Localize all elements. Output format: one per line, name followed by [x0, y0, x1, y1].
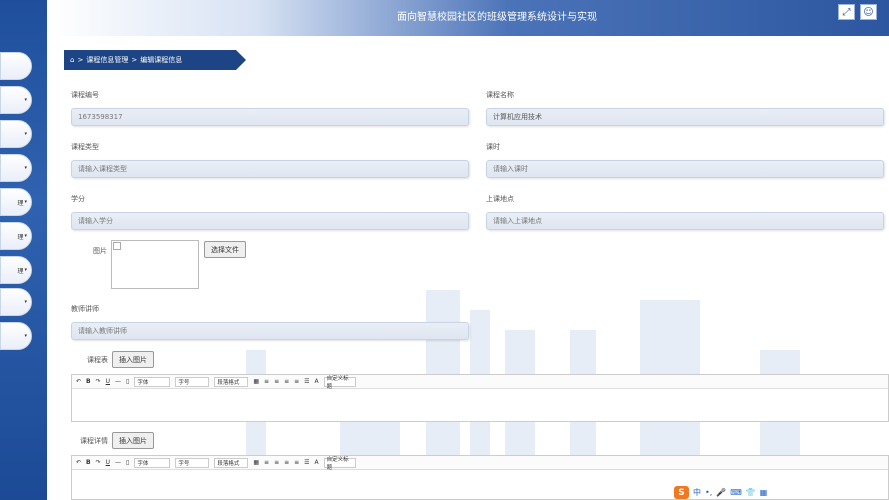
editor-toolbar: ↶ B ↷ U — ▯ 字体 字号 段落格式 ▦ ≡ ≡ ≡ ≡ ☰ A 自定义…: [72, 456, 888, 471]
align-left-icon[interactable]: ≡: [264, 459, 269, 466]
nav-item-1[interactable]: [0, 52, 32, 80]
bold-icon[interactable]: B: [86, 378, 91, 385]
size-select[interactable]: 字号: [175, 457, 210, 468]
teacher-input[interactable]: 请输入教师讲师: [71, 322, 469, 340]
course-type-label: 课程类型: [71, 143, 99, 151]
font-color-icon[interactable]: A: [315, 378, 319, 385]
align-right-icon[interactable]: ≡: [284, 459, 289, 466]
location-input[interactable]: 请输入上课地点: [486, 212, 884, 230]
skin-icon[interactable]: 👕: [746, 488, 756, 497]
home-icon[interactable]: ⌂: [70, 56, 74, 64]
custom-title-select[interactable]: 自定义标题: [323, 457, 356, 471]
ime-language[interactable]: 中: [693, 487, 701, 498]
credit-input[interactable]: 请输入学分: [71, 212, 469, 230]
schedule-editor[interactable]: ↶ B ↷ U — ▯ 字体 字号 段落格式 ▦ ≡ ≡ ≡ ≡ ☰ A 自定义…: [71, 374, 889, 422]
course-type-input[interactable]: 请输入课程类型: [71, 160, 469, 178]
underline-icon[interactable]: U: [106, 378, 110, 385]
list-icon[interactable]: ☰: [304, 459, 309, 466]
insert-image-button-2[interactable]: 插入图片: [112, 432, 154, 449]
font-select[interactable]: 字体: [134, 457, 171, 468]
list-icon[interactable]: ☰: [304, 378, 309, 385]
nav-item-2[interactable]: ▾: [0, 86, 32, 114]
ime-toolbar[interactable]: S 中 •, 🎤 ⌨ 👕 ▦: [674, 485, 767, 500]
font-color-icon[interactable]: A: [315, 459, 319, 466]
nav-item-9[interactable]: ▾: [0, 322, 32, 350]
hr-icon[interactable]: —: [115, 459, 121, 466]
editor-toolbar: ↶ B ↷ U — ▯ 字体 字号 段落格式 ▦ ≡ ≡ ≡ ≡ ☰ A 自定义…: [72, 375, 888, 390]
breadcrumb-course-management[interactable]: 课程信息管理: [86, 55, 128, 65]
paragraph-select[interactable]: 段落格式: [214, 376, 249, 387]
nav-item-3[interactable]: ▾: [0, 120, 32, 148]
hours-label: 课时: [486, 143, 500, 151]
hr-icon[interactable]: —: [115, 378, 121, 385]
detail-label: 课程详情: [80, 437, 108, 445]
microphone-icon[interactable]: 🎤: [716, 488, 726, 497]
align-left-icon[interactable]: ≡: [264, 378, 269, 385]
course-name-label: 课程名称: [486, 91, 514, 99]
image-preview: [111, 240, 199, 289]
chevron-down-icon: ▾: [24, 199, 27, 205]
page-icon[interactable]: ▯: [126, 378, 129, 385]
course-no-label: 课程编号: [71, 91, 99, 99]
image-label: 图片: [93, 247, 107, 255]
redo-icon[interactable]: ↷: [96, 378, 101, 385]
chevron-down-icon: ▾: [24, 333, 27, 339]
size-select[interactable]: 字号: [175, 376, 210, 387]
underline-icon[interactable]: U: [106, 459, 110, 466]
undo-icon[interactable]: ↶: [76, 378, 81, 385]
chevron-down-icon: ▾: [24, 267, 27, 273]
choose-file-button[interactable]: 选择文件: [204, 241, 246, 258]
table-icon[interactable]: ▦: [253, 378, 259, 385]
font-select[interactable]: 字体: [134, 376, 171, 387]
left-sidebar: ▾ ▾ ▾ 理 ▾ 理 ▾ 理 ▾ ▾ ▾: [0, 0, 47, 500]
undo-icon[interactable]: ↶: [76, 459, 81, 466]
table-icon[interactable]: ▦: [253, 459, 259, 466]
teacher-label: 教师讲师: [71, 305, 99, 313]
align-center-icon[interactable]: ≡: [274, 378, 279, 385]
course-no-input[interactable]: 1673598317: [71, 108, 469, 126]
custom-title-select[interactable]: 自定义标题: [323, 376, 356, 390]
schedule-label: 课程表: [87, 356, 108, 364]
hours-input[interactable]: 请输入课时: [486, 160, 884, 178]
chevron-down-icon: ▾: [24, 299, 27, 305]
align-justify-icon[interactable]: ≡: [294, 378, 299, 385]
bold-icon[interactable]: B: [86, 459, 91, 466]
breadcrumb-edit-course: 编辑课程信息: [140, 56, 183, 64]
breadcrumb: ⌂ > 课程信息管理 > 编辑课程信息: [64, 50, 246, 70]
chevron-down-icon: ▾: [24, 233, 27, 239]
insert-image-button[interactable]: 插入图片: [112, 351, 154, 368]
chevron-down-icon: ▾: [24, 97, 27, 103]
align-center-icon[interactable]: ≡: [274, 459, 279, 466]
user-icon[interactable]: ☺: [860, 4, 877, 20]
grid-icon[interactable]: ▦: [760, 488, 768, 497]
nav-item-4[interactable]: ▾: [0, 154, 32, 182]
align-right-icon[interactable]: ≡: [284, 378, 289, 385]
course-name-input[interactable]: 计算机应用技术: [486, 108, 884, 126]
nav-item-5[interactable]: 理 ▾: [0, 188, 32, 216]
location-label: 上课地点: [486, 195, 514, 203]
align-justify-icon[interactable]: ≡: [294, 459, 299, 466]
keyboard-icon[interactable]: ⌨: [730, 488, 742, 497]
app-title: 面向智慧校园社区的班级管理系统设计与实现: [397, 12, 597, 23]
page-icon[interactable]: ▯: [126, 459, 129, 466]
nav-item-6[interactable]: 理 ▾: [0, 222, 32, 250]
fullscreen-icon[interactable]: ⤢: [838, 4, 855, 20]
top-header: 面向智慧校园社区的班级管理系统设计与实现: [47, 0, 889, 36]
redo-icon[interactable]: ↷: [96, 459, 101, 466]
ime-logo-icon[interactable]: S: [674, 486, 689, 499]
nav-item-7[interactable]: 理 ▾: [0, 256, 32, 284]
nav-item-8[interactable]: ▾: [0, 288, 32, 316]
chevron-down-icon: ▾: [24, 131, 27, 137]
chevron-down-icon: ▾: [24, 165, 27, 171]
broken-image-icon: [113, 242, 121, 250]
ime-punctuation-icon[interactable]: •,: [705, 488, 712, 497]
credit-label: 学分: [71, 195, 85, 203]
paragraph-select[interactable]: 段落格式: [214, 457, 249, 468]
